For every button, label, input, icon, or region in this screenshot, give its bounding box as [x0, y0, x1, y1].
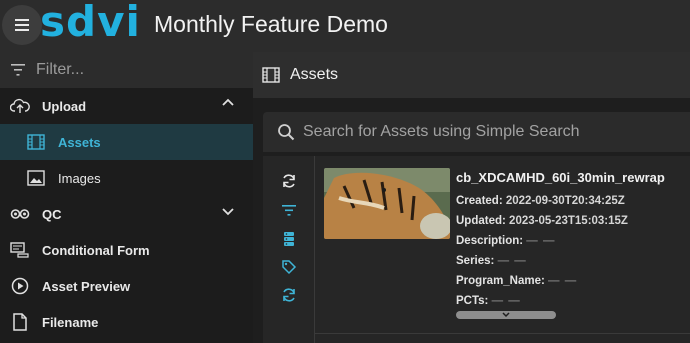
top-bar: sdvi Monthly Feature Demo — [0, 0, 690, 52]
sidebar-item-qc[interactable]: QC — [0, 196, 253, 232]
chevron-down-icon — [502, 312, 510, 318]
program-name-label: Program_Name: — [456, 275, 545, 287]
filter-field[interactable]: Filter... — [0, 52, 253, 88]
sidebar-item-asset-preview[interactable]: Asset Preview — [0, 268, 253, 304]
series-value: — — — [497, 255, 527, 267]
upload-icon — [10, 96, 30, 116]
qc-icon — [10, 204, 30, 224]
result-toolbar — [263, 156, 315, 343]
refresh-icon[interactable] — [280, 172, 298, 190]
pcts-value: — — — [491, 295, 521, 307]
description-row: Description: — — — [456, 235, 556, 247]
film-icon — [26, 132, 46, 152]
program-name-value: — — — [548, 275, 578, 287]
sidebar-item-label: Assets — [58, 134, 101, 150]
chevron-down-icon[interactable] — [221, 204, 235, 218]
updated-label: Updated: — [456, 215, 506, 227]
sidebar-item-label: Filename — [42, 314, 99, 330]
filter-icon[interactable] — [280, 201, 298, 219]
page-title: Assets — [290, 66, 339, 83]
filter-placeholder: Filter... — [36, 61, 85, 78]
menu-button[interactable] — [2, 5, 42, 45]
app-title: Monthly Feature Demo — [154, 11, 388, 37]
created-row: Created: 2022-09-30T20:34:25Z — [456, 195, 625, 207]
panel-header: Assets — [253, 52, 690, 98]
sidebar-item-images[interactable]: Images — [0, 160, 253, 196]
film-icon — [262, 67, 280, 83]
sidebar-item-label: Conditional Form — [42, 242, 150, 258]
search-input[interactable]: Search for Assets using Simple Search — [263, 112, 690, 152]
series-row: Series: — — — [456, 255, 527, 267]
hamburger-icon — [15, 19, 29, 31]
sidebar-item-upload[interactable]: Upload — [0, 88, 253, 124]
sidebar: Filter... Upload Assets Images QC Condit… — [0, 52, 253, 343]
description-value: — — — [526, 235, 556, 247]
pcts-row: PCTs: — — — [456, 295, 521, 307]
program-name-row: Program_Name: — — — [456, 275, 577, 287]
pcts-label: PCTs: — [456, 295, 489, 307]
created-label: Created: — [456, 195, 503, 207]
logo[interactable]: sdvi — [40, 0, 141, 46]
asset-name[interactable]: cb_XDCAMHD_60i_30min_rewrap — [456, 170, 665, 185]
sidebar-item-label: QC — [42, 206, 62, 222]
search-placeholder: Search for Assets using Simple Search — [303, 123, 580, 140]
created-value: 2022-09-30T20:34:25Z — [505, 195, 625, 207]
description-label: Description: — [456, 235, 524, 247]
updated-row: Updated: 2023-05-23T15:03:15Z — [456, 215, 628, 227]
tag-icon[interactable] — [280, 258, 298, 276]
updated-value: 2023-05-23T15:03:15Z — [509, 215, 628, 227]
sidebar-item-filename[interactable]: Filename — [0, 304, 253, 340]
sidebar-item-label: Upload — [42, 98, 87, 114]
chevron-up-icon[interactable] — [221, 96, 235, 110]
sidebar-item-conditional-form[interactable]: Conditional Form — [0, 232, 253, 268]
database-icon[interactable] — [280, 230, 298, 248]
form-icon — [10, 240, 30, 260]
sidebar-item-label: Asset Preview — [42, 278, 131, 294]
asset-thumbnail[interactable] — [324, 168, 450, 239]
expand-details-button[interactable] — [456, 311, 556, 319]
sidebar-item-assets[interactable]: Assets — [0, 124, 253, 160]
filter-icon — [11, 64, 25, 76]
sync-icon[interactable] — [280, 286, 298, 304]
main-panel: Assets Search for Assets using Simple Se… — [253, 52, 690, 343]
file-icon — [10, 312, 30, 332]
sidebar-item-label: Images — [58, 170, 101, 186]
series-label: Series: — [456, 255, 495, 267]
image-icon — [26, 168, 46, 188]
search-icon — [278, 124, 295, 141]
asset-card[interactable]: cb_XDCAMHD_60i_30min_rewrap Created: 202… — [315, 156, 690, 334]
results-panel: cb_XDCAMHD_60i_30min_rewrap Created: 202… — [263, 156, 690, 343]
play-circle-icon — [10, 276, 30, 296]
